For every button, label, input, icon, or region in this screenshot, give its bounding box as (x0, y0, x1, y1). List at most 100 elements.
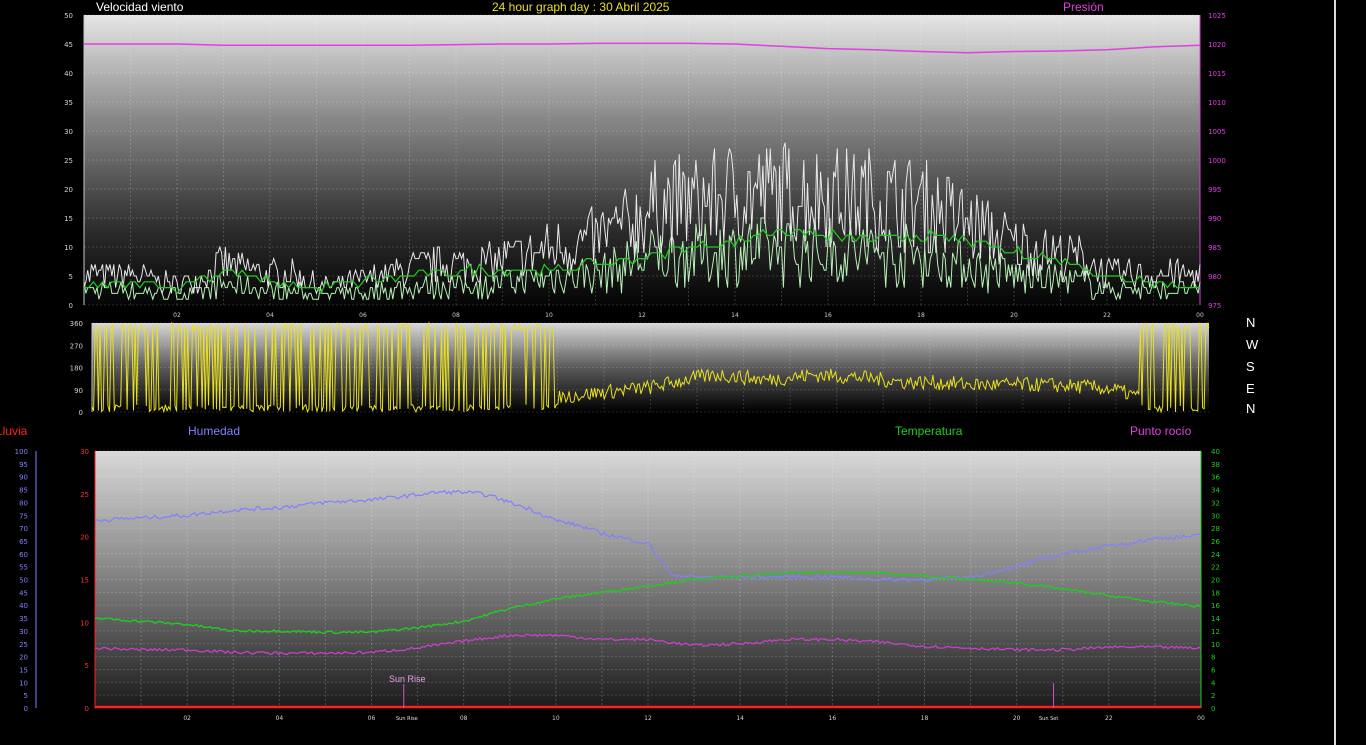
compass-w: W (1246, 337, 1259, 352)
climate-x-tick: 04 (276, 715, 284, 722)
sunrise-axis-label: Sun Rise (396, 716, 418, 722)
wind-x-tick: 04 (266, 312, 274, 319)
climate-x-tick: 18 (921, 715, 929, 722)
wind-x-tick: 08 (452, 312, 460, 319)
temperature-y-tick: 22 (1211, 564, 1220, 572)
wind-y-tick: 45 (64, 41, 73, 49)
temperature-y-tick: 14 (1211, 615, 1220, 623)
wind-y-tick: 50 (64, 12, 73, 20)
humidity-y-tick: 95 (19, 461, 28, 469)
pressure-label: Presión (1063, 0, 1104, 14)
humidity-y-tick: 5 (24, 692, 28, 700)
pressure-y-tick: 1020 (1208, 41, 1226, 49)
sunset-axis-label: Sun Set (1039, 716, 1058, 722)
temperature-y-tick: 18 (1211, 589, 1220, 597)
climate-x-tick: 12 (644, 715, 652, 722)
wind-y-tick: 5 (69, 273, 73, 281)
pressure-y-tick: 1025 (1208, 12, 1226, 20)
climate-x-tick: 20 (1013, 715, 1021, 722)
climate-x-tick: 22 (1105, 715, 1113, 722)
wind-x-tick: 06 (359, 312, 367, 319)
temperature-y-tick: 10 (1211, 641, 1220, 649)
humidity-y-tick: 90 (19, 474, 28, 482)
compass-e: E (1246, 381, 1255, 396)
humidity-y-tick: 25 (19, 641, 28, 649)
wind-x-tick: 02 (173, 312, 181, 319)
wind-y-tick: 15 (64, 215, 73, 223)
rain-label: Lluvia (0, 424, 28, 438)
pressure-y-tick: 980 (1208, 273, 1221, 281)
temperature-y-tick: 20 (1211, 577, 1220, 585)
humidity-y-tick: 20 (19, 654, 28, 662)
graph-title: 24 hour graph day : 30 Abril 2025 (492, 0, 670, 14)
temperature-y-tick: 0 (1211, 705, 1215, 713)
pressure-y-tick: 1000 (1208, 157, 1226, 165)
rain-y-tick: 25 (80, 491, 89, 499)
climate-x-tick: 02 (183, 715, 191, 722)
temperature-y-tick: 40 (1211, 448, 1220, 456)
wind-x-tick: 22 (1103, 312, 1111, 319)
pressure-y-tick: 975 (1208, 302, 1221, 310)
temperature-y-tick: 4 (1211, 679, 1216, 687)
humidity-y-tick: 60 (19, 551, 28, 559)
pressure-y-tick: 995 (1208, 186, 1221, 194)
temperature-y-tick: 2 (1211, 692, 1215, 700)
weather-graph: 0510152025303540455097598098599099510001… (15, 12, 1226, 722)
humidity-y-tick: 40 (19, 602, 28, 610)
climate-x-tick: 16 (829, 715, 837, 722)
wind-x-tick: 18 (917, 312, 925, 319)
temperature-label: Temperatura (895, 424, 963, 438)
rain-y-tick: 15 (80, 577, 89, 585)
temperature-y-tick: 26 (1211, 538, 1220, 546)
compass-n-top: N (1246, 315, 1256, 330)
wind-y-tick: 25 (64, 157, 73, 165)
humidity-y-tick: 45 (19, 589, 28, 597)
humidity-y-tick: 0 (24, 705, 28, 713)
temperature-y-tick: 34 (1211, 487, 1220, 495)
wind-y-tick: 20 (64, 186, 73, 194)
rain-y-tick: 30 (80, 448, 89, 456)
humidity-y-tick: 35 (19, 615, 28, 623)
wind-y-tick: 0 (69, 302, 73, 310)
direction-y-tick: 0 (79, 409, 83, 417)
wind-y-tick: 10 (64, 244, 73, 252)
wind-y-tick: 30 (64, 128, 73, 136)
wind-x-tick: 12 (638, 312, 646, 319)
direction-y-tick: 90 (74, 387, 83, 395)
humidity-y-tick: 50 (19, 577, 28, 585)
pressure-y-tick: 1015 (1208, 70, 1226, 78)
humidity-y-tick: 100 (15, 448, 28, 456)
pressure-y-tick: 990 (1208, 215, 1221, 223)
temperature-y-tick: 28 (1211, 525, 1220, 533)
pressure-y-tick: 985 (1208, 244, 1221, 252)
rain-y-tick: 20 (80, 534, 89, 542)
rain-y-tick: 0 (85, 705, 89, 713)
compass-s: S (1246, 359, 1255, 374)
humidity-label: Humedad (188, 424, 241, 438)
wind-y-tick: 35 (64, 99, 73, 107)
wind-x-tick: 10 (545, 312, 553, 319)
temperature-y-tick: 24 (1211, 551, 1220, 559)
humidity-y-tick: 10 (19, 679, 28, 687)
direction-y-tick: 270 (70, 342, 83, 350)
dewpoint-label: Punto rocío (1130, 424, 1192, 438)
temperature-y-tick: 6 (1211, 666, 1216, 674)
humidity-y-tick: 55 (19, 564, 28, 572)
humidity-y-tick: 15 (19, 666, 28, 674)
pressure-y-tick: 1005 (1208, 128, 1226, 136)
rain-y-tick: 10 (80, 619, 89, 627)
direction-y-tick: 360 (70, 320, 83, 328)
climate-x-tick: 08 (460, 715, 468, 722)
right-border-line (1334, 0, 1336, 745)
rain-y-tick: 5 (85, 662, 89, 670)
climate-x-tick: 06 (368, 715, 376, 722)
wind-x-tick: 16 (824, 312, 832, 319)
sunrise-label: Sun Rise (389, 674, 426, 684)
temperature-y-tick: 8 (1211, 654, 1215, 662)
climate-grid (95, 450, 1201, 709)
temperature-y-tick: 36 (1211, 474, 1220, 482)
temperature-y-tick: 32 (1211, 499, 1220, 507)
humidity-y-tick: 85 (19, 487, 28, 495)
humidity-y-tick: 75 (19, 512, 28, 520)
pressure-y-tick: 1010 (1208, 99, 1226, 107)
